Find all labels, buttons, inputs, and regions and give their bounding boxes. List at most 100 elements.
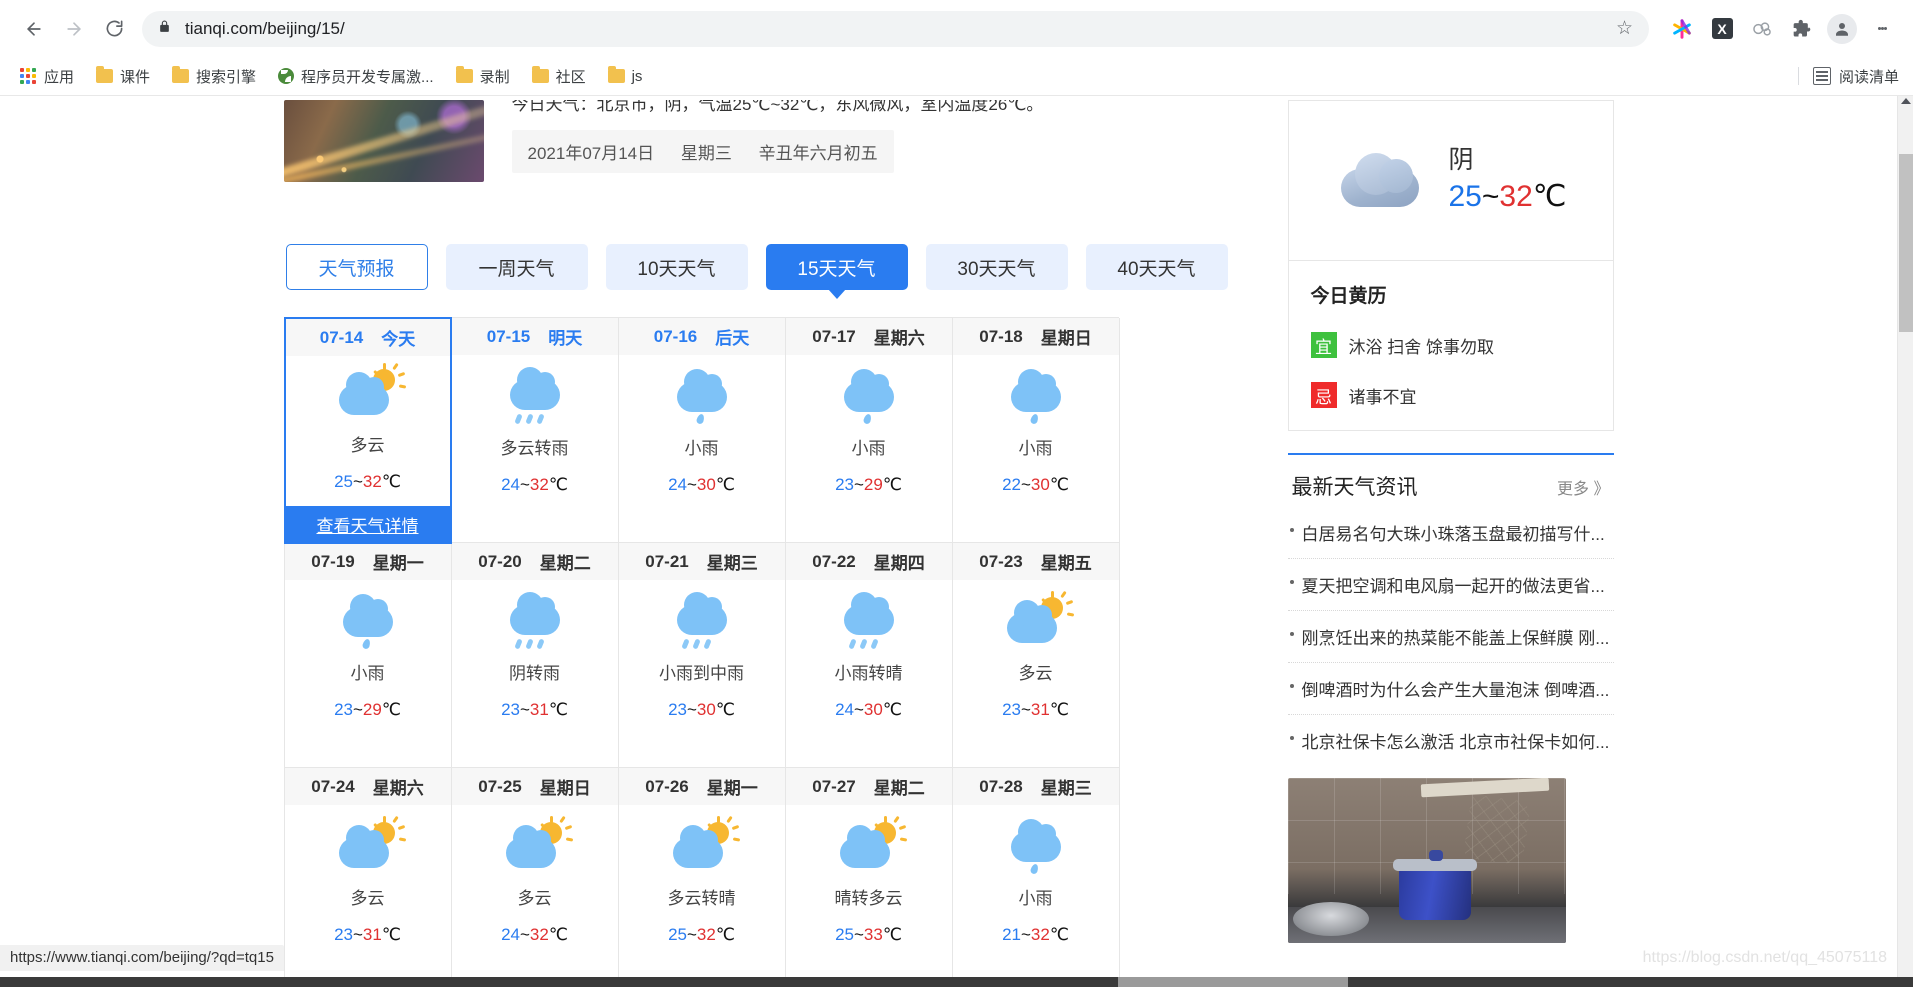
day-temp-unit: ℃ [382, 700, 401, 719]
day-temp-high: 32 [530, 475, 549, 494]
day-cell-07-27[interactable]: 07-27星期二晴转多云25~33℃ [786, 768, 953, 987]
bookmark-apps[interactable]: 应用 [14, 62, 80, 91]
tab-15day[interactable]: 15天天气 [766, 244, 908, 290]
day-date: 07-23 [979, 552, 1022, 572]
day-temp-separator: ~ [1021, 475, 1031, 494]
day-temperature: 23~31℃ [1002, 700, 1069, 720]
day-condition: 小雨到中雨 [659, 659, 744, 684]
colorful-star-extension-icon[interactable] [1665, 12, 1699, 46]
day-condition: 阴转雨 [509, 659, 560, 684]
day-temp-unit: ℃ [382, 925, 401, 944]
day-header: 07-20星期二 [452, 543, 618, 581]
bookmark-star-icon[interactable]: ☆ [1616, 19, 1633, 38]
puzzle-extensions-icon[interactable] [1785, 12, 1819, 46]
day-date: 07-19 [311, 552, 354, 572]
day-cell-07-19[interactable]: 07-19星期一小雨23~29℃ [285, 543, 452, 768]
news-item[interactable]: 夏天把空调和电风扇一起开的做法更省... [1288, 559, 1614, 611]
x-extension-icon[interactable]: X [1705, 12, 1739, 46]
bookmark-developer-offer[interactable]: 程序员开发专属激... [272, 62, 440, 91]
news-photo[interactable] [1288, 778, 1566, 943]
day-cell-07-21[interactable]: 07-21星期三小雨到中雨23~30℃ [619, 543, 786, 768]
sun-behind-cloud-icon [836, 822, 902, 874]
day-temp-high: 31 [530, 700, 549, 719]
bookmark-recording[interactable]: 录制 [450, 62, 516, 91]
day-temperature: 24~32℃ [501, 475, 568, 495]
day-temp-low: 25 [334, 472, 353, 491]
day-body: 小雨23~29℃ [285, 581, 451, 767]
tab-30day[interactable]: 30天天气 [926, 244, 1068, 290]
day-temp-high: 29 [363, 700, 382, 719]
reload-button[interactable] [94, 9, 134, 49]
tab-10day[interactable]: 10天天气 [606, 244, 748, 290]
bookmark-kejian[interactable]: 课件 [90, 62, 156, 91]
news-more-link[interactable]: 更多 》 [1557, 475, 1609, 499]
day-cell-07-14[interactable]: 07-14今天多云25~32℃查看天气详情 [284, 317, 452, 544]
day-weekday: 星期六 [373, 774, 424, 799]
bookmark-label: 录制 [480, 66, 510, 87]
day-cell-07-26[interactable]: 07-26星期一多云转晴25~32℃ [619, 768, 786, 987]
bookmark-label: 搜索引擎 [196, 66, 256, 87]
day-temp-unit: ℃ [716, 925, 735, 944]
day-temp-separator: ~ [520, 700, 530, 719]
day-date: 07-25 [478, 777, 521, 797]
bookmark-community[interactable]: 社区 [526, 62, 592, 91]
city-night-photo [284, 100, 484, 182]
address-bar[interactable]: tianqi.com/beijing/15/ ☆ [142, 11, 1649, 47]
date-bar: 2021年07月14日 星期三 辛丑年六月初五 [512, 130, 894, 173]
back-button[interactable] [14, 9, 54, 49]
day-temp-unit: ℃ [1050, 925, 1069, 944]
reading-list-icon [1813, 67, 1831, 85]
day-temp-low: 21 [1002, 925, 1021, 944]
rings-extension-icon[interactable] [1745, 12, 1779, 46]
folder-icon [456, 69, 473, 83]
day-temp-unit: ℃ [382, 472, 401, 491]
day-cell-07-16[interactable]: 07-16后天小雨24~30℃ [619, 318, 786, 543]
day-cell-07-24[interactable]: 07-24星期六多云23~31℃ [285, 768, 452, 987]
view-weather-detail-link[interactable]: 查看天气详情 [286, 506, 450, 542]
day-temp-high: 32 [530, 925, 549, 944]
day-cell-07-18[interactable]: 07-18星期日小雨22~30℃ [953, 318, 1120, 543]
day-temperature: 25~32℃ [668, 925, 735, 945]
day-header: 07-15明天 [452, 318, 618, 356]
day-cell-07-23[interactable]: 07-23星期五多云23~31℃ [953, 543, 1120, 768]
tab-40day[interactable]: 40天天气 [1086, 244, 1228, 290]
browser-menu-button[interactable] [1865, 12, 1899, 46]
news-item[interactable]: 北京社保卡怎么激活 北京市社保卡如何... [1288, 715, 1614, 766]
day-cell-07-22[interactable]: 07-22星期四小雨转晴24~30℃ [786, 543, 953, 768]
day-weekday: 星期五 [1041, 549, 1092, 574]
day-date: 07-27 [812, 777, 855, 797]
scroll-up-arrow-icon[interactable] [1901, 98, 1911, 104]
taskbar-active-window [1118, 977, 1348, 987]
news-item[interactable]: 白居易名句大珠小珠落玉盘最初描写什... [1288, 507, 1614, 559]
day-weekday: 星期三 [707, 549, 758, 574]
news-item[interactable]: 倒啤酒时为什么会产生大量泡沫 倒啤酒... [1288, 663, 1614, 715]
day-cell-07-20[interactable]: 07-20星期二阴转雨23~31℃ [452, 543, 619, 768]
forward-button[interactable] [54, 9, 94, 49]
day-condition: 多云 [351, 431, 385, 456]
auspicious-badge: 宜 [1311, 332, 1337, 358]
bookmark-search-engine[interactable]: 搜索引擎 [166, 62, 262, 91]
tab-weather-forecast[interactable]: 天气预报 [286, 244, 428, 290]
day-header: 07-27星期二 [786, 768, 952, 806]
scrollbar-thumb[interactable] [1899, 154, 1913, 332]
day-cell-07-17[interactable]: 07-17星期六小雨23~29℃ [786, 318, 953, 543]
news-item[interactable]: 刚烹饪出来的热菜能不能盖上保鲜膜 刚... [1288, 611, 1614, 663]
news-header: 最新天气资讯 更多 》 [1288, 455, 1614, 507]
reading-list-button[interactable]: 阅读清单 [1798, 66, 1899, 87]
day-temp-low: 25 [835, 925, 854, 944]
tab-1week[interactable]: 一周天气 [446, 244, 588, 290]
day-cell-07-25[interactable]: 07-25星期日多云24~32℃ [452, 768, 619, 987]
day-temp-separator: ~ [353, 700, 363, 719]
day-weekday: 星期三 [1041, 774, 1092, 799]
day-temp-high: 30 [697, 475, 716, 494]
day-header: 07-26星期一 [619, 768, 785, 806]
bookmark-js[interactable]: js [602, 64, 649, 89]
day-cell-07-28[interactable]: 07-28星期三小雨21~32℃ [953, 768, 1120, 987]
day-cell-07-15[interactable]: 07-15明天多云转雨24~32℃ [452, 318, 619, 543]
page-scrollbar[interactable] [1897, 96, 1913, 987]
day-temp-unit: ℃ [549, 925, 568, 944]
bookmark-label: 社区 [556, 66, 586, 87]
day-temp-high: 30 [1031, 475, 1050, 494]
profile-button[interactable] [1825, 12, 1859, 46]
link-status-bar: https://www.tianqi.com/beijing/?qd=tq15 [0, 945, 284, 971]
